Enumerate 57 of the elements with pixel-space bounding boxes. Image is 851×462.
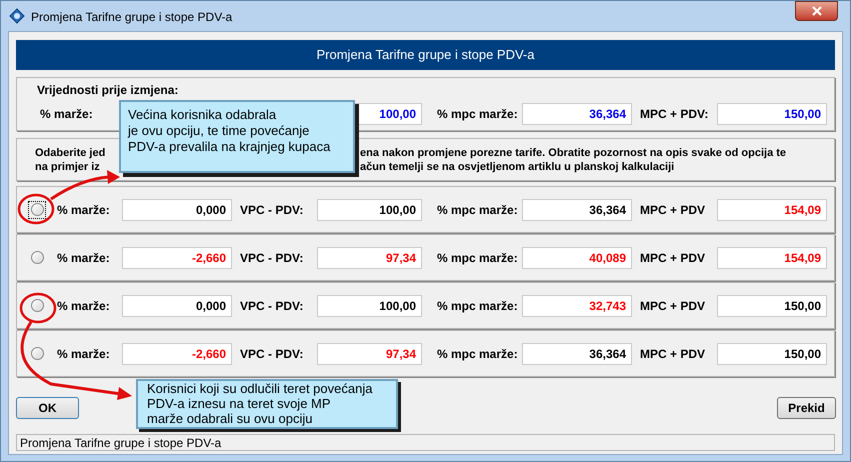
field-label: MPC + PDV — [640, 298, 706, 314]
field-label: % mpc marže: — [437, 346, 518, 362]
value-field[interactable]: 154,09 — [717, 198, 827, 220]
close-icon — [812, 6, 822, 16]
panel-title: Vrijednosti prije izmjena: — [37, 82, 180, 99]
value-field[interactable]: 150,00 — [717, 342, 827, 364]
value-field[interactable]: 150,00 — [717, 103, 827, 125]
description-text: ena nakon promjene porezne tarife. Obratite pozornost na opis svake od opcija te — [360, 146, 786, 160]
field-label: VPC - PDV: — [240, 202, 304, 218]
field-label: MPC + PDV: — [640, 106, 708, 123]
cancel-button[interactable]: Prekid — [777, 397, 836, 419]
value-field[interactable]: 97,34 — [317, 342, 422, 364]
field-label: % marže: — [40, 106, 93, 123]
radio-button[interactable] — [30, 203, 44, 216]
field-label: MPC + PDV — [640, 250, 706, 266]
field-label: VPC - PDV: — [240, 346, 304, 362]
radio-button[interactable] — [30, 251, 44, 264]
highlight-circle — [20, 292, 56, 324]
description-text: ačun temelji se na osvjetljenom artiklu u planskoj kalkulaciji — [360, 160, 674, 174]
field-label: % marže: — [57, 298, 110, 314]
value-field[interactable]: 36,364 — [522, 198, 632, 220]
value-field[interactable]: 150,00 — [717, 294, 827, 316]
field-label: % mpc marže: — [437, 202, 518, 218]
ok-button[interactable]: OK — [16, 397, 79, 419]
dialog-header: Promjena Tarifne grupe i stope PDV-a — [16, 40, 835, 70]
field-label: VPC - PDV: — [240, 250, 304, 266]
value-field[interactable]: 0,000 — [122, 198, 232, 220]
value-field[interactable]: 32,743 — [522, 294, 632, 316]
radio-button[interactable] — [30, 347, 44, 360]
field-label: VPC - PDV: — [240, 298, 304, 314]
value-field[interactable]: 36,364 — [522, 103, 632, 125]
value-field[interactable]: -2,660 — [122, 246, 232, 268]
app-icon — [9, 8, 25, 24]
window-title: Promjena Tarifne grupe i stope PDV-a — [31, 9, 232, 26]
value-field[interactable]: 100,00 — [317, 294, 422, 316]
field-label: % marže: — [57, 250, 110, 266]
field-label: MPC + PDV — [640, 346, 706, 362]
radio-button[interactable] — [30, 299, 44, 312]
highlight-circle — [18, 194, 54, 224]
close-button[interactable] — [795, 1, 838, 21]
description-text: na primjer iz — [35, 160, 100, 172]
value-field[interactable]: 97,34 — [317, 246, 422, 268]
value-field[interactable]: 100,00 — [317, 198, 422, 220]
field-label: % mpc marže: — [437, 106, 518, 123]
value-field[interactable]: 40,089 — [522, 246, 632, 268]
status-bar: Promjena Tarifne grupe i stope PDV-a — [16, 434, 835, 451]
field-label: MPC + PDV — [640, 202, 706, 218]
description-text: Odaberite jed — [35, 146, 106, 158]
value-field[interactable]: 154,09 — [717, 246, 827, 268]
field-label: % marže: — [57, 346, 110, 362]
annotation-tooltip: Korisnici koji su odlučili teret povećanja PDV-a iznesu na teret svoje MP marže odabrali su ovu opciju — [136, 379, 398, 429]
value-field[interactable]: -2,660 — [122, 342, 232, 364]
field-label: % marže: — [57, 202, 110, 218]
field-label: % mpc marže: — [437, 250, 518, 266]
value-field[interactable]: 0,000 — [122, 294, 232, 316]
value-field[interactable]: 36,364 — [522, 342, 632, 364]
field-label: % mpc marže: — [437, 298, 518, 314]
